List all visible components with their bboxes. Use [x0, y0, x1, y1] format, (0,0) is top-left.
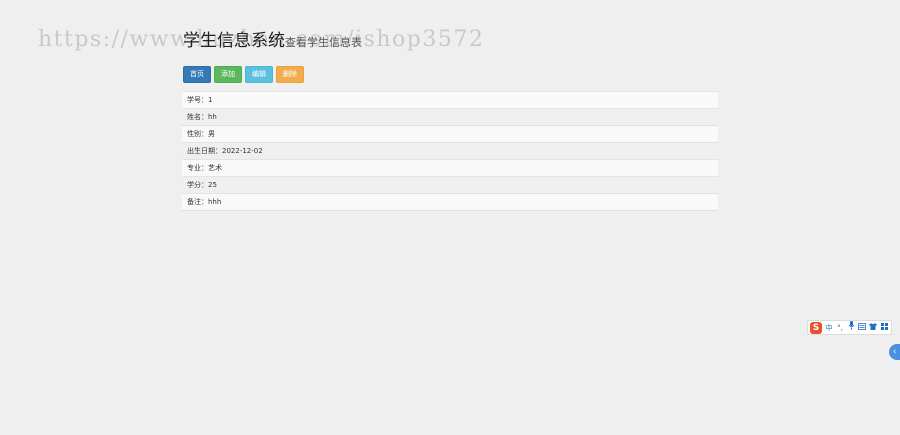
page: https://www.huzhan.com/ishop3572 学生信息系统 … [0, 0, 900, 435]
page-title: 学生信息系统 [183, 31, 285, 51]
edit-button[interactable]: 编辑 [245, 66, 273, 83]
delete-button[interactable]: 删除 [276, 66, 304, 83]
table-row: 性别：男 [182, 125, 718, 142]
field-label: 出生日期： [187, 147, 222, 155]
field-value: hhh [208, 198, 222, 206]
table-row: 出生日期：2022-12-02 [182, 142, 718, 159]
grid-icon[interactable] [880, 322, 888, 334]
field-label: 专业： [187, 164, 208, 172]
page-header: 学生信息系统 查看学生信息表 [183, 26, 362, 51]
shirt-icon[interactable] [869, 322, 877, 334]
table-row: 学号：1 [182, 91, 718, 108]
field-label: 备注： [187, 198, 208, 206]
add-button[interactable]: 添加 [214, 66, 242, 83]
chevron-left-icon: ‹ [892, 347, 897, 357]
toolbar: 首页 添加 编辑 删除 [183, 66, 304, 83]
table-row: 备注：hhh [182, 193, 718, 211]
table-row: 专业：艺术 [182, 159, 718, 176]
student-info-table: 学号：1 姓名：hh 性别：男 出生日期：2022-12-02 专业：艺术 学分… [182, 91, 718, 211]
keyboard-icon[interactable] [858, 322, 866, 334]
table-row: 学分：25 [182, 176, 718, 193]
ime-toolbar: S 中 °, [807, 320, 892, 335]
field-label: 学分： [187, 181, 208, 189]
field-value: 艺术 [208, 164, 222, 172]
field-value: hh [208, 113, 217, 121]
field-value: 1 [208, 96, 213, 104]
table-row: 姓名：hh [182, 108, 718, 125]
field-label: 学号： [187, 96, 208, 104]
mic-icon[interactable] [847, 321, 855, 334]
field-value: 25 [208, 181, 217, 189]
field-value: 2022-12-02 [222, 147, 263, 155]
field-label: 性别： [187, 130, 208, 138]
sogou-logo-icon[interactable]: S [810, 321, 822, 334]
ime-lang-toggle[interactable]: 中 [825, 322, 833, 334]
ime-punct-toggle[interactable]: °, [836, 322, 844, 334]
field-value: 男 [208, 130, 215, 138]
home-button[interactable]: 首页 [183, 66, 211, 83]
field-label: 姓名： [187, 113, 208, 121]
page-subtitle: 查看学生信息表 [285, 36, 362, 49]
side-panel-tab[interactable]: ‹ [889, 344, 900, 360]
